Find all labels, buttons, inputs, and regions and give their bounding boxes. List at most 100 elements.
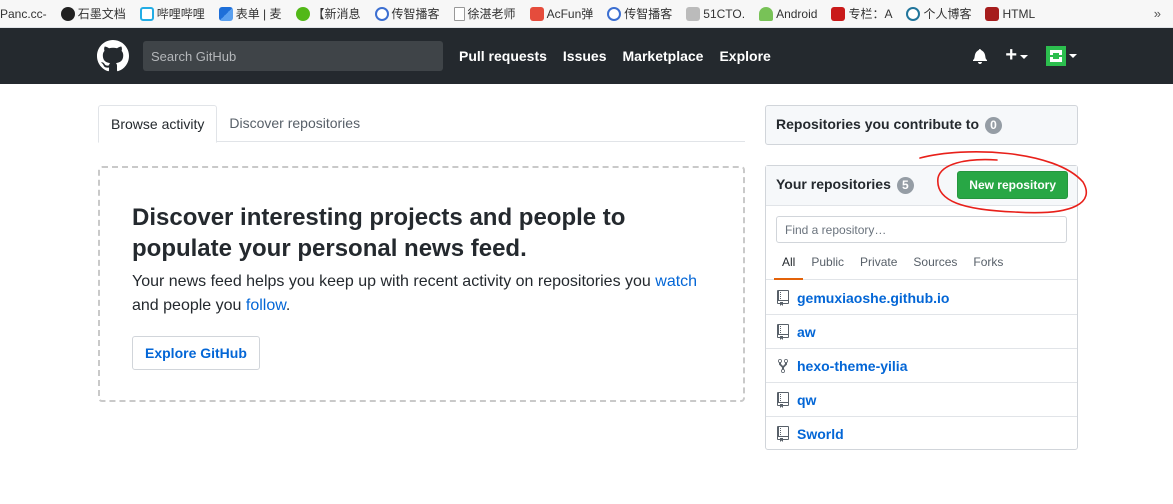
bookmark-item[interactable]: HTML [985,6,1036,21]
avatar [1046,45,1066,66]
bookmark-item[interactable]: 石墨文档 [60,5,126,22]
user-menu-dropdown[interactable] [1046,45,1077,66]
bookmark-item[interactable]: 徐湛老师 [453,5,516,22]
filter-tab-forks[interactable]: Forks [965,252,1011,280]
w3c-icon [985,6,1000,21]
bookmark-item[interactable]: 【新消息 [295,5,361,22]
blankslate-text-part: Your news feed helps you keep up with re… [132,273,656,290]
header-nav: Pull requests Issues Marketplace Explore [459,48,771,64]
repo-link[interactable]: aw [797,324,816,340]
nav-issues[interactable]: Issues [563,48,607,64]
bookmark-label: 【新消息 [312,7,361,21]
itcast-icon [374,6,389,21]
new-repository-button[interactable]: New repository [957,171,1068,199]
list-item: aw [766,315,1077,349]
news-feed-blankslate: Discover interesting projects and people… [98,166,745,402]
bookmark-label: Panc.cc- [0,6,47,21]
header-actions: + [973,45,1077,66]
nav-explore[interactable]: Explore [719,48,770,64]
nav-marketplace[interactable]: Marketplace [623,48,704,64]
bookmark-label: 表单 | 麦 [235,7,282,21]
csdn-icon [831,6,846,21]
blankslate-text-part: and people you [132,297,246,314]
repo-filter-input[interactable] [776,216,1067,243]
android-icon [759,6,774,21]
bookmark-item[interactable]: Panc.cc- [0,7,47,21]
bookmark-item[interactable]: 哔哩哔哩 [139,5,205,22]
bookmark-item[interactable]: 传智播客 [374,5,440,22]
bookmark-item[interactable]: 51CTO. [686,6,746,21]
chevron-down-icon [1020,54,1028,59]
create-new-dropdown[interactable]: + [1005,45,1028,66]
nav-pull-requests[interactable]: Pull requests [459,48,547,64]
shimo-icon [60,6,75,21]
dashboard-tabs: Browse activity Discover repositories [98,105,745,143]
bookmark-item[interactable]: 传智播客 [607,5,672,22]
bookmarks-overflow-button[interactable]: » [1154,6,1161,21]
list-item: Sworld [766,417,1077,451]
repo-icon [777,289,789,306]
search-input[interactable] [143,41,443,71]
repo-filter-tabs: All Public Private Sources Forks [766,252,1077,280]
repo-forked-icon [778,358,788,373]
form-icon [218,6,233,21]
bookmark-label: 个人博客 [923,7,972,21]
s-icon [295,6,310,21]
filter-tab-private[interactable]: Private [852,252,905,280]
explore-github-button[interactable]: Explore GitHub [132,336,260,370]
your-repos-box: Your repositories 5 New repository All P… [765,165,1078,450]
repo-count-badge: 5 [896,176,914,194]
repo-icon [777,323,789,340]
blankslate-text-part: . [285,297,291,314]
watch-link[interactable]: watch [655,273,697,290]
bookmark-label: 专栏：A [848,7,893,21]
list-item: qw [766,383,1077,417]
filter-tab-public[interactable]: Public [803,252,852,280]
contributed-repos-box: Repositories you contribute to 0 [765,105,1078,145]
bookmark-item[interactable]: 表单 | 麦 [218,5,282,22]
your-repos-header: Your repositories 5 New repository [766,166,1077,206]
bookmark-label: 徐湛老师 [467,7,516,21]
blankslate-text: Your news feed helps you keep up with re… [132,270,702,318]
follow-link[interactable]: follow [246,297,286,314]
your-repos-title: Your repositories [776,176,891,192]
wordpress-icon [906,6,921,21]
tab-browse-activity[interactable]: Browse activity [98,105,218,143]
repo-link[interactable]: qw [797,392,816,408]
bookmark-label: 传智播客 [391,7,440,21]
repo-list: gemuxiaoshe.github.io aw hexo-theme-yili… [766,281,1077,451]
repo-link[interactable]: hexo-theme-yilia [797,358,907,374]
bookmark-item[interactable]: 专栏：A [831,5,892,22]
filter-tab-sources[interactable]: Sources [905,252,965,280]
repo-link[interactable]: Sworld [797,426,844,442]
bookmark-label: AcFun弹 [546,7,594,21]
bookmark-label: 传智播客 [624,7,673,21]
bookmark-item[interactable]: Android [759,6,818,21]
bookmark-label: HTML [1002,6,1036,21]
bookmark-label: 石墨文档 [77,7,126,21]
page-icon [453,6,465,21]
repo-link[interactable]: gemuxiaoshe.github.io [797,290,949,306]
bookmark-label: 哔哩哔哩 [156,7,205,21]
identicon-icon [1046,45,1066,66]
repo-icon [777,391,789,408]
blankslate-title: Discover interesting projects and people… [132,204,626,262]
list-item: hexo-theme-yilia [766,349,1077,383]
repo-icon [777,426,789,442]
site-header: Pull requests Issues Marketplace Explore… [0,28,1173,84]
bookmark-label: 51CTO. [703,6,746,21]
acfun-icon [529,6,544,21]
contributed-count-badge: 0 [984,116,1002,134]
list-item: gemuxiaoshe.github.io [766,281,1077,315]
bookmark-item[interactable]: AcFun弹 [529,5,594,22]
tab-discover-repositories[interactable]: Discover repositories [217,105,372,142]
filter-tab-all[interactable]: All [774,252,804,280]
bookmark-item[interactable]: 个人博客 [906,5,971,22]
itcast-icon [607,6,622,21]
bell-icon[interactable] [973,48,988,64]
51cto-icon [686,6,701,21]
chevron-down-icon [1069,53,1077,58]
bookmark-label: Android [776,6,818,21]
bookmarks-bar: Panc.cc- 石墨文档 哔哩哔哩 表单 | 麦 【新消息 传智播客 徐湛老师… [0,0,1173,28]
github-logo-icon[interactable] [97,40,129,72]
